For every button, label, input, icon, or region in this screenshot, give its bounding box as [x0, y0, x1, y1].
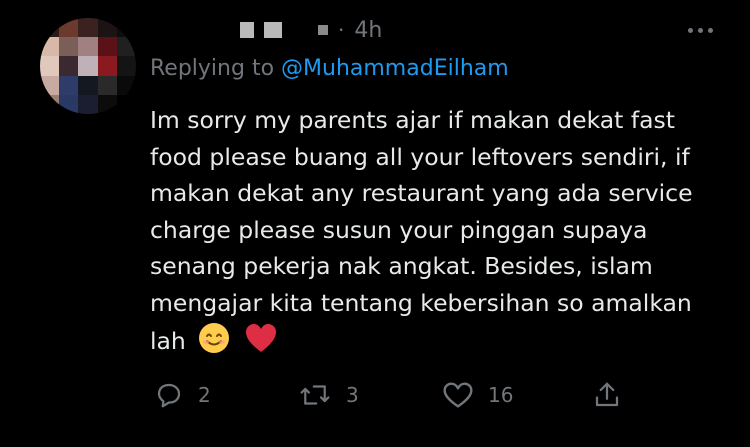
smiling-face-emoji: [197, 321, 231, 366]
timestamp[interactable]: 4h: [354, 18, 382, 43]
like-count: 16: [488, 383, 514, 407]
tweet-text: Im sorry my parents ajar if makan dekat …: [150, 106, 693, 355]
retweet-count: 3: [346, 383, 359, 407]
reply-button[interactable]: 2: [154, 380, 211, 410]
tweet-body: Im sorry my parents ajar if makan dekat …: [150, 102, 710, 366]
heart-outline-icon: [443, 382, 473, 408]
reply-count: 2: [198, 383, 211, 407]
separator-dot: ·: [338, 18, 345, 42]
more-options-icon[interactable]: [680, 20, 720, 40]
red-heart-emoji: [243, 321, 279, 366]
redaction-mark: [318, 25, 328, 35]
retweet-icon: [300, 385, 330, 405]
display-name-redacted[interactable]: [240, 22, 254, 38]
reply-icon: [157, 383, 181, 408]
share-icon: [595, 382, 619, 407]
handle-redacted[interactable]: [264, 22, 282, 38]
replying-to-label: Replying to: [150, 56, 282, 81]
like-button[interactable]: 16: [442, 380, 513, 410]
tweet-header: · 4h: [240, 14, 382, 46]
tweet-actions: 2 3 16: [150, 380, 630, 420]
mention-link[interactable]: @MuhammadEilham: [281, 56, 509, 81]
share-button[interactable]: [592, 380, 622, 410]
replying-to-line: Replying to @MuhammadEilham: [150, 56, 509, 81]
avatar[interactable]: [40, 18, 136, 114]
retweet-button[interactable]: 3: [298, 380, 359, 410]
